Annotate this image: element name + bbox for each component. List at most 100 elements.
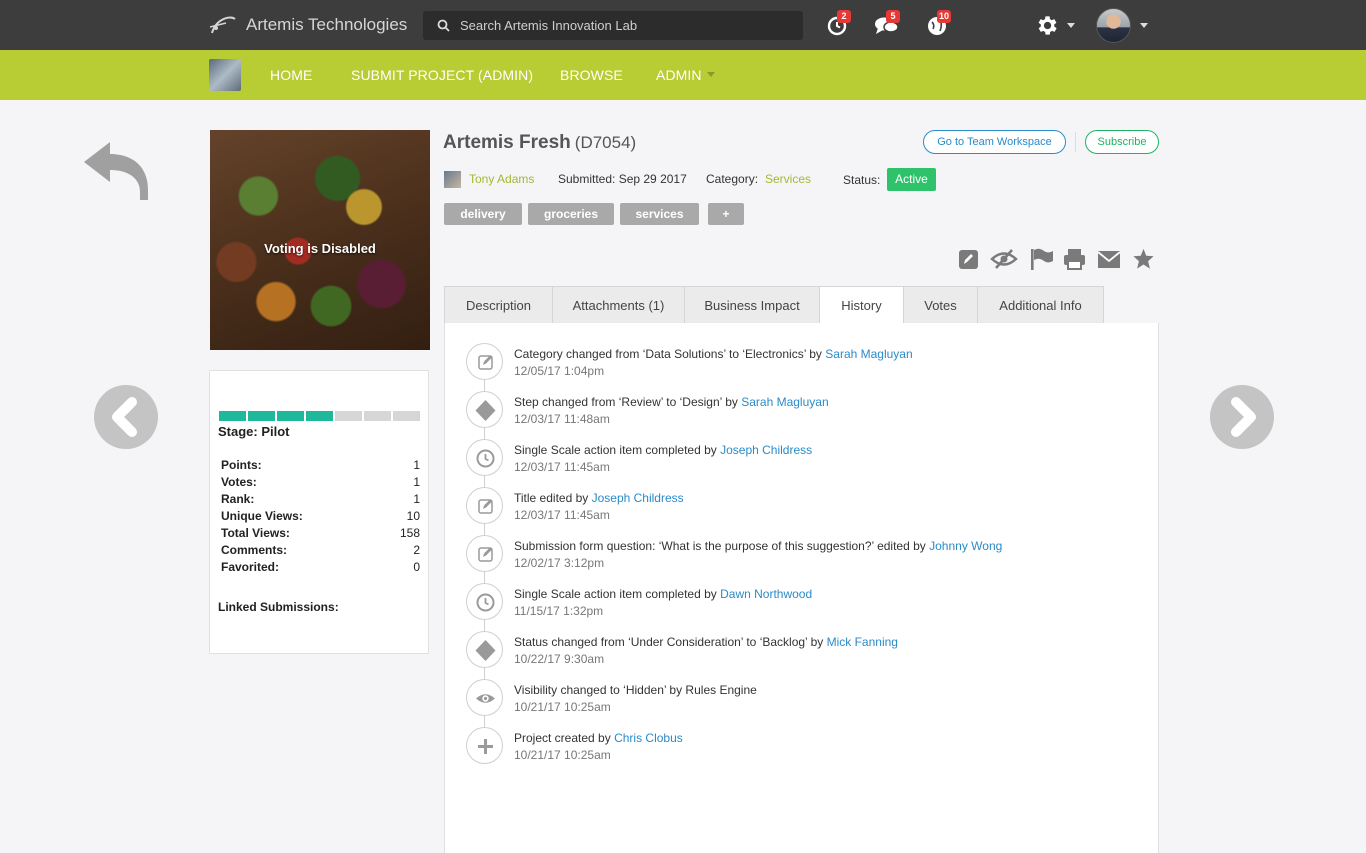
history-description: Project created by: [514, 731, 615, 745]
history-user-link[interactable]: Mick Fanning: [827, 635, 898, 649]
edit-icon[interactable]: [958, 248, 979, 270]
user-avatar[interactable]: [1096, 8, 1131, 43]
search-input[interactable]: Search Artemis Innovation Lab: [423, 11, 803, 40]
brand-name: Artemis Technologies: [246, 15, 408, 34]
edit-icon: [478, 499, 493, 514]
history-item-icon: [466, 343, 503, 380]
star-icon[interactable]: [1132, 248, 1155, 270]
button-divider: [1075, 132, 1076, 152]
nav-admin[interactable]: ADMIN: [656, 67, 702, 83]
previous-project-button[interactable]: [94, 385, 158, 449]
stat-value: 1: [413, 492, 420, 506]
tab-attachments[interactable]: Attachments (1): [552, 286, 684, 324]
notifications-badge: 10: [937, 10, 952, 23]
tag-groceries[interactable]: groceries: [528, 203, 614, 225]
history-item-icon: [466, 535, 503, 572]
progress-segment: [364, 411, 391, 421]
stat-value: 0: [413, 560, 420, 574]
history-user-link[interactable]: Sarah Magluyan: [825, 347, 912, 361]
nav-submit-project[interactable]: SUBMIT PROJECT (ADMIN): [351, 67, 533, 83]
edit-icon: [478, 547, 493, 562]
stat-value: 158: [399, 526, 420, 540]
stat-value: 2: [413, 543, 420, 557]
image-overlay: [210, 130, 430, 350]
global-notification[interactable]: 10: [925, 10, 952, 39]
nav-browse[interactable]: BROWSE: [560, 67, 623, 83]
history-item-date: 10/22/17 9:30am: [514, 652, 605, 666]
history-description: Single Scale action item completed by: [514, 587, 721, 601]
nav-home[interactable]: HOME: [270, 67, 312, 83]
settings-menu[interactable]: [1034, 13, 1059, 41]
tag-services[interactable]: services: [620, 203, 699, 225]
messages-badge: 5: [886, 10, 900, 23]
history-description: Submission form question: ‘What is the p…: [514, 539, 930, 553]
tag-delivery[interactable]: delivery: [444, 203, 522, 225]
print-icon[interactable]: [1063, 248, 1086, 270]
history-description: Single Scale action item completed by: [514, 443, 721, 457]
brand-logo[interactable]: Artemis Technologies: [208, 11, 407, 39]
history-user-link[interactable]: Chris Clobus: [614, 731, 683, 745]
stat-value: 1: [413, 458, 420, 472]
stat-row: Favorited: 0: [221, 560, 420, 574]
page-title: Artemis Fresh (D7054): [443, 132, 636, 154]
history-user-link[interactable]: Johnny Wong: [929, 539, 1002, 553]
progress-segment: [306, 411, 333, 421]
history-user-link[interactable]: Sarah Magluyan: [741, 395, 828, 409]
step-diamond-icon: [475, 400, 496, 421]
voting-disabled-label: Voting is Disabled: [264, 241, 376, 256]
history-item-date: 12/03/17 11:48am: [514, 412, 610, 426]
history-item-text: Project created by Chris Clobus: [514, 731, 683, 745]
history-description: Title edited by: [514, 491, 592, 505]
stat-row: Votes: 1: [221, 475, 420, 489]
history-description: Status changed from ‘Under Consideration…: [514, 635, 827, 649]
category-link[interactable]: Services: [765, 172, 811, 186]
progress-segment: [248, 411, 275, 421]
author-link[interactable]: Tony Adams: [469, 172, 534, 186]
settings-caret-icon[interactable]: [1067, 23, 1075, 28]
history-description: Visibility changed to ‘Hidden’ by Rules …: [514, 683, 757, 697]
clock-icon: [476, 449, 495, 468]
user-menu-caret-icon[interactable]: [1140, 23, 1148, 28]
history-item-text: Visibility changed to ‘Hidden’ by Rules …: [514, 683, 757, 697]
history-item-date: 10/21/17 10:25am: [514, 748, 611, 762]
go-to-team-workspace-button[interactable]: Go to Team Workspace: [923, 130, 1066, 154]
author-avatar[interactable]: [444, 171, 461, 188]
site-thumbnail[interactable]: [209, 59, 241, 91]
tab-votes[interactable]: Votes: [903, 286, 977, 324]
search-icon: [437, 19, 450, 32]
messages-notification[interactable]: 5: [874, 10, 900, 39]
flag-icon[interactable]: [1030, 248, 1054, 270]
history-item-text: Status changed from ‘Under Consideration…: [514, 635, 898, 649]
history-user-link[interactable]: Joseph Childress: [592, 491, 684, 505]
tab-history[interactable]: History: [819, 286, 903, 324]
email-icon[interactable]: [1097, 248, 1121, 270]
hide-eye-icon[interactable]: [990, 248, 1018, 270]
admin-caret-icon[interactable]: [707, 72, 715, 77]
next-project-button[interactable]: [1210, 385, 1274, 449]
stat-row: Points: 1: [221, 458, 420, 472]
status-badge: Active: [887, 168, 936, 191]
reply-arrow-icon: [84, 142, 148, 200]
back-button[interactable]: [82, 140, 150, 205]
tab-additional-info[interactable]: Additional Info: [977, 286, 1104, 324]
activity-notification[interactable]: 2: [825, 10, 851, 39]
subscribe-button[interactable]: Subscribe: [1085, 130, 1159, 154]
tab-description[interactable]: Description: [444, 286, 552, 324]
chevron-left-icon: [112, 397, 137, 437]
add-tag-button[interactable]: +: [708, 203, 744, 225]
tab-business-impact[interactable]: Business Impact: [684, 286, 819, 324]
project-image: Voting is Disabled: [210, 130, 430, 350]
stat-label: Comments:: [221, 543, 288, 557]
history-item-icon: [466, 487, 503, 524]
stat-value: 1: [413, 475, 420, 489]
project-code: (D7054): [574, 133, 637, 152]
history-user-link[interactable]: Joseph Childress: [720, 443, 812, 457]
history-item-icon: [466, 727, 503, 764]
history-item-date: 12/03/17 11:45am: [514, 508, 610, 522]
clock-icon: [476, 593, 495, 612]
stage-progress-bar: [219, 411, 420, 421]
history-item-date: 12/02/17 3:12pm: [514, 556, 605, 570]
history-user-link[interactable]: Dawn Northwood: [720, 587, 812, 601]
history-item-text: Submission form question: ‘What is the p…: [514, 539, 1002, 553]
history-item-date: 12/03/17 11:45am: [514, 460, 610, 474]
